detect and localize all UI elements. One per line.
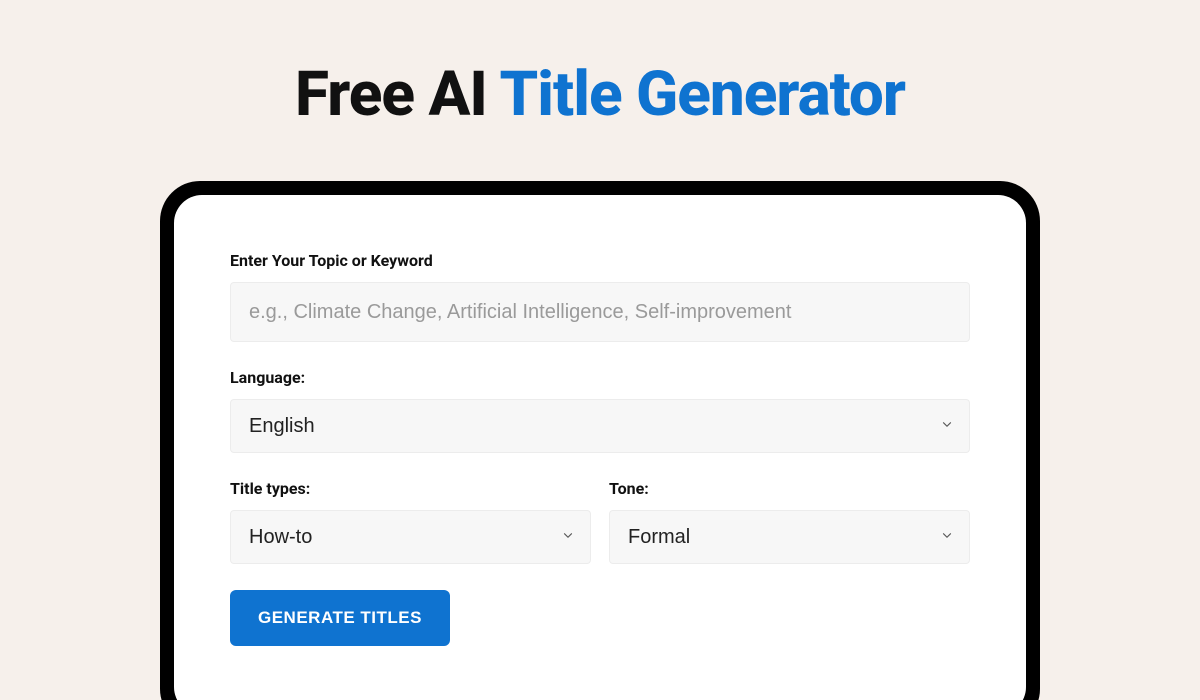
title-types-label: Title types: [230, 479, 591, 498]
topic-field-row: Enter Your Topic or Keyword [230, 251, 970, 342]
device-screen: Enter Your Topic or Keyword Language: En… [174, 195, 1026, 700]
page-title: Free AI Title Generator [0, 0, 1200, 181]
tone-field: Tone: Formal [609, 479, 970, 564]
page-title-part1: Free AI [295, 58, 500, 131]
tone-label: Tone: [609, 479, 970, 498]
title-types-selected-value: How-to [249, 526, 312, 549]
language-field-row: Language: English [230, 368, 970, 453]
language-select[interactable]: English [230, 399, 970, 453]
tone-selected-value: Formal [628, 526, 690, 549]
topic-label: Enter Your Topic or Keyword [230, 251, 970, 270]
title-types-field: Title types: How-to [230, 479, 591, 564]
title-types-select[interactable]: How-to [230, 510, 591, 564]
generate-titles-button[interactable]: GENERATE TITLES [230, 590, 450, 646]
language-label: Language: [230, 368, 970, 387]
tone-select[interactable]: Formal [609, 510, 970, 564]
language-selected-value: English [249, 415, 315, 438]
device-frame: Enter Your Topic or Keyword Language: En… [160, 181, 1040, 700]
topic-input[interactable] [230, 282, 970, 342]
type-tone-row: Title types: How-to Tone: Formal [230, 479, 970, 564]
page-title-accent: Title Generator [500, 58, 905, 131]
